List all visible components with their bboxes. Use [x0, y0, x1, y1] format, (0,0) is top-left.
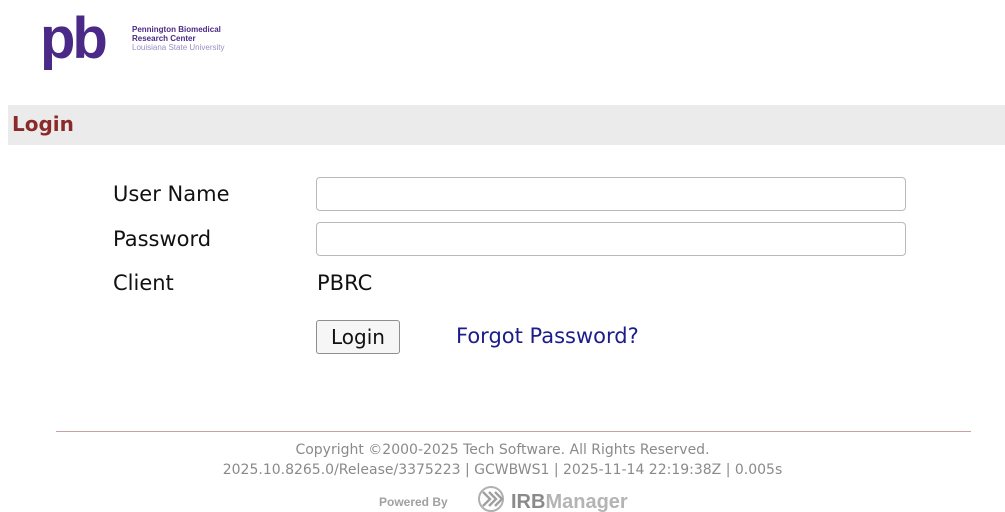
irb-wordmark-strong: IRB	[511, 491, 546, 512]
svg-text:pb: pb	[42, 14, 106, 71]
powered-by-label: Powered By	[379, 495, 448, 509]
logo-line-3: Louisiana State University	[132, 43, 225, 52]
logo-text: Pennington Biomedical Research Center Lo…	[132, 25, 225, 52]
chevron-arrows-icon	[478, 486, 504, 512]
forgot-password-link[interactable]: Forgot Password?	[456, 324, 639, 348]
copyright-text: Copyright ©2000-2025 Tech Software. All …	[295, 442, 710, 458]
pb-logo-mark: pb	[42, 14, 109, 71]
irbmanager-wordmark: IRBManager	[511, 491, 628, 512]
client-value: PBRC	[317, 271, 373, 295]
login-button[interactable]: Login	[316, 320, 400, 354]
page-title: Login	[12, 112, 74, 136]
login-page: pb Pennington Biomedical Research Center…	[0, 0, 1005, 512]
client-label: Client	[113, 271, 174, 295]
footer-divider	[56, 431, 971, 432]
login-header-bar: Login	[8, 105, 1005, 145]
password-input[interactable]	[316, 222, 906, 256]
username-label: User Name	[113, 182, 230, 206]
irb-wordmark-light: Manager	[545, 491, 628, 512]
password-label: Password	[113, 227, 212, 251]
logo-line-1: Pennington Biomedical	[132, 25, 221, 34]
build-info-text: 2025.10.8265.0/Release/3375223 | GCWBWS1…	[222, 462, 783, 478]
username-input[interactable]	[316, 177, 906, 211]
logo-line-2: Research Center	[132, 34, 196, 43]
